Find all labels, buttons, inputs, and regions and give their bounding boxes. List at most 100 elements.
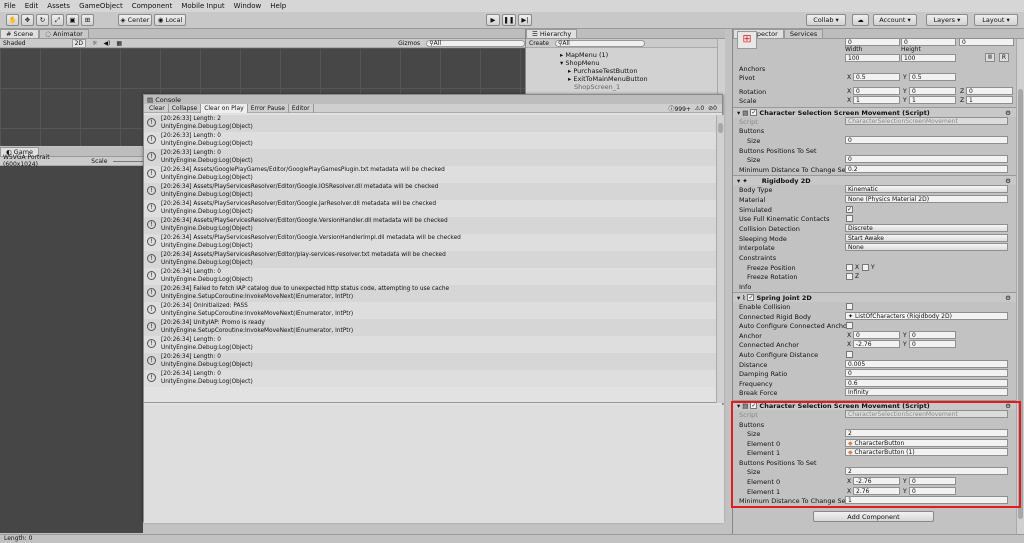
clear-on-play-toggle[interactable]: Clear on Play [201, 103, 248, 113]
component-enabled-checkbox[interactable]: ✓ [747, 294, 755, 301]
log-entry[interactable]: ! [20:26:34] Assets/PlayServicesResolver/… [144, 200, 716, 217]
auto-conn-anchor-checkbox[interactable] [846, 322, 853, 329]
transform-tool-icon[interactable]: ⊞ [81, 14, 94, 26]
distance-field[interactable]: 0.005 [845, 360, 1008, 368]
collapse-button[interactable]: Collapse [169, 103, 202, 113]
constraints-foldout[interactable]: Constraints [733, 253, 1017, 262]
pivot-x-field[interactable]: 0.5 [853, 73, 900, 81]
pivot-y-field[interactable]: 0.5 [909, 73, 956, 81]
menu-help[interactable]: Help [270, 2, 286, 10]
clear-button[interactable]: Clear [146, 103, 169, 113]
warning-count-toggle[interactable]: ⚠0 [695, 105, 704, 112]
anchor-x-field[interactable]: 0 [853, 331, 900, 339]
log-entry[interactable]: ! [20:26:33] Length: 0 UnityEngine.Debug:L… [144, 132, 716, 149]
pos-y-field[interactable]: 0 [901, 38, 956, 46]
full-kinematic-checkbox[interactable] [846, 215, 853, 222]
hierarchy-search-input[interactable]: ⚲ All [554, 39, 645, 47]
buttons-size-field[interactable]: 0 [845, 136, 1008, 144]
menu-edit[interactable]: Edit [25, 2, 39, 10]
anchor-y-field[interactable]: 0 [909, 331, 956, 339]
layers-dropdown[interactable]: Layers ▾ [926, 14, 968, 26]
log-entry[interactable]: ! [20:26:33] Length: 2 UnityEngine.Debug:L… [144, 115, 716, 132]
pause-icon[interactable]: ❚❚ [502, 14, 516, 26]
menu-mobile-input[interactable]: Mobile Input [181, 2, 224, 10]
mindist-field[interactable]: 0.2 [845, 165, 1008, 173]
gear-icon[interactable]: ⚙ [1005, 177, 1011, 185]
body-type-dropdown[interactable]: Kinematic [845, 185, 1008, 193]
rotation-y-field[interactable]: 0 [909, 87, 956, 95]
scale-tool-icon[interactable]: ⤢ [51, 14, 64, 26]
auto-distance-checkbox[interactable] [846, 351, 853, 358]
log-entry[interactable]: ! [20:26:34] UnityIAP: Promo is ready Unit… [144, 319, 716, 336]
log-entry[interactable]: ! [20:26:33] Length: 0 UnityEngine.Debug:L… [144, 149, 716, 166]
scale-x-field[interactable]: 1 [853, 96, 900, 104]
editor-dropdown[interactable]: Editor [289, 103, 314, 113]
bpos-foldout[interactable]: Buttons Positions To Set [733, 146, 1017, 155]
rect-tool-icon[interactable]: ▣ [66, 14, 79, 26]
conn-anchor-y-field[interactable]: 0 [909, 340, 956, 348]
menu-assets[interactable]: Assets [47, 2, 70, 10]
anchor-presets-icon[interactable]: ⊞ [737, 31, 757, 49]
tab-animator[interactable]: ◌ Animator [39, 29, 89, 38]
tab-hierarchy[interactable]: ☰ Hierarchy [526, 29, 578, 38]
error-count-toggle[interactable]: ⊘0 [708, 105, 717, 112]
log-entry[interactable]: ! [20:26:34] Length: 0 UnityEngine.Debug:L… [144, 353, 716, 370]
info-foldout[interactable]: Info [733, 282, 1017, 291]
hierarchy-scrollbar[interactable] [717, 39, 725, 95]
pos-x-field[interactable]: 0 [845, 38, 900, 46]
info-count-toggle[interactable]: ⓘ999+ [668, 104, 691, 113]
play-icon[interactable]: ▶ [486, 14, 500, 26]
damping-field[interactable]: 0 [845, 369, 1008, 377]
effects-icon[interactable]: ▦ [116, 40, 122, 47]
error-pause-toggle[interactable]: Error Pause [248, 103, 289, 113]
rotation-x-field[interactable]: 0 [853, 87, 900, 95]
console-scrollbar[interactable] [716, 115, 724, 403]
menu-window[interactable]: Window [234, 2, 262, 10]
component-header[interactable]: ▾ ▤ ✓ Character Selection Screen Movement (… [733, 107, 1017, 117]
gizmos-dropdown[interactable]: Gizmos [398, 40, 420, 47]
log-entry[interactable]: ! [20:26:34] Length: 0 UnityEngine.Debug:L… [144, 268, 716, 285]
log-entry[interactable]: ! [20:26:34] Assets/PlayServicesResolver/… [144, 234, 716, 251]
sleeping-mode-dropdown[interactable]: Start Awake [845, 234, 1008, 242]
hand-tool-icon[interactable]: ✋ [6, 14, 19, 26]
interpolate-dropdown[interactable]: None [845, 243, 1008, 251]
hierarchy-item[interactable]: ▾ ShopMenu [526, 59, 725, 67]
audio-icon[interactable]: ◀) [103, 40, 110, 47]
rotate-tool-icon[interactable]: ↻ [36, 14, 49, 26]
menu-gameobject[interactable]: GameObject [79, 2, 123, 10]
raw-edit-button[interactable]: R [999, 53, 1009, 62]
component-header[interactable]: ▾ ⌇ ✓ Spring Joint 2D ⚙ [733, 292, 1017, 302]
freeze-pos-x-checkbox[interactable] [846, 264, 853, 271]
gear-icon[interactable]: ⚙ [1005, 109, 1011, 117]
pivot-center-button[interactable]: ◈ Center [118, 14, 152, 26]
menu-file[interactable]: File [4, 2, 16, 10]
log-entry[interactable]: ! [20:26:34] Failed to fetch IAP catalog … [144, 285, 716, 302]
height-field[interactable]: 100 [901, 54, 956, 62]
log-entry[interactable]: ! [20:26:34] Assets/PlayServicesResolver/… [144, 183, 716, 200]
move-tool-icon[interactable]: ✥ [21, 14, 34, 26]
create-dropdown[interactable]: Create [529, 40, 549, 47]
resolution-dropdown[interactable]: WSVGA Portrait (600x1024) [3, 154, 85, 168]
log-entry[interactable]: ! [20:26:34] Length: 0 UnityEngine.Debug:L… [144, 336, 716, 353]
conn-anchor-x-field[interactable]: -2.76 [853, 340, 900, 348]
pivot-local-button[interactable]: ◉ Local [154, 14, 186, 26]
log-entry[interactable]: ! [20:26:34] Assets/PlayServicesResolver/… [144, 251, 716, 268]
anchors-foldout[interactable]: Anchors [733, 64, 1017, 73]
tab-scene[interactable]: # Scene [0, 29, 40, 38]
account-button[interactable]: Account ▾ [873, 14, 917, 26]
scale-slider[interactable] [113, 160, 143, 162]
bpos-size-field[interactable]: 0 [845, 155, 1008, 163]
lighting-icon[interactable]: ☼ [92, 40, 97, 47]
log-entry[interactable]: ! [20:26:34] Assets/GooglePlayGames/Edito… [144, 166, 716, 183]
log-entry[interactable]: ! [20:26:34] Assets/PlayServicesResolver/… [144, 217, 716, 234]
cloud-icon[interactable]: ☁ [852, 14, 869, 26]
hierarchy-item[interactable]: ▸ ExitToMainMenuButton [526, 75, 725, 83]
rotation-z-field[interactable]: 0 [966, 87, 1013, 95]
hierarchy-item[interactable]: ▸ PurchaseTestButton [526, 67, 725, 75]
connected-rb-field[interactable]: ✦ ListOfCharacters (Rigidbody 2D) [845, 312, 1008, 320]
scale-z-field[interactable]: 1 [966, 96, 1013, 104]
collab-button[interactable]: Collab ▾ [806, 14, 846, 26]
tab-services[interactable]: Services [783, 29, 824, 38]
collision-detection-dropdown[interactable]: Discrete [845, 224, 1008, 232]
log-entry[interactable]: ! [20:26:34] OnInitialized: PASS UnityEngi… [144, 302, 716, 319]
